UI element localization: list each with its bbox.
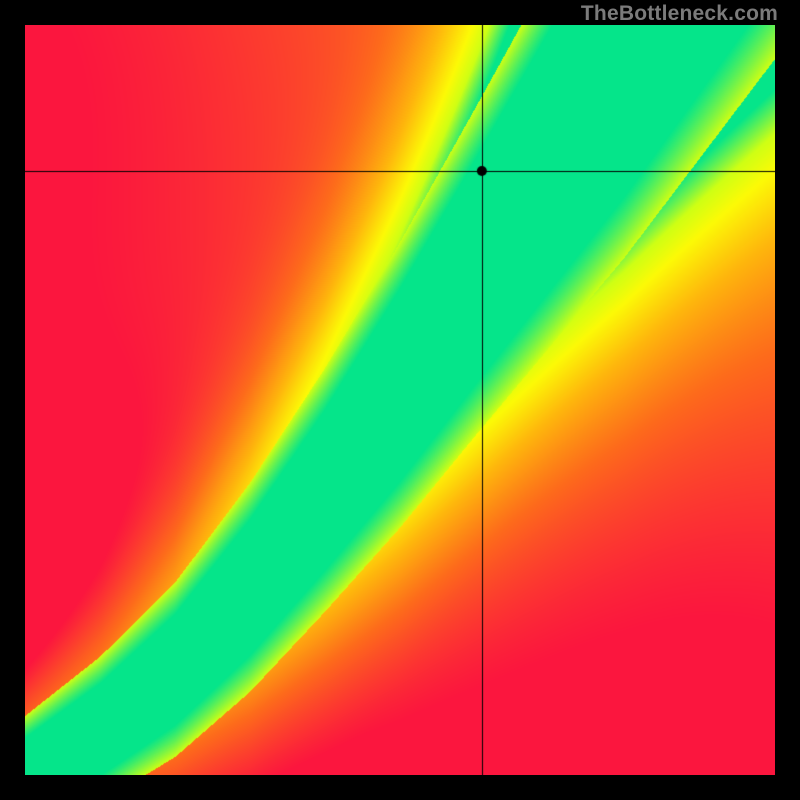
heatmap-canvas [25,25,775,775]
watermark-label: TheBottleneck.com [581,2,778,26]
chart-frame: TheBottleneck.com [0,0,800,800]
